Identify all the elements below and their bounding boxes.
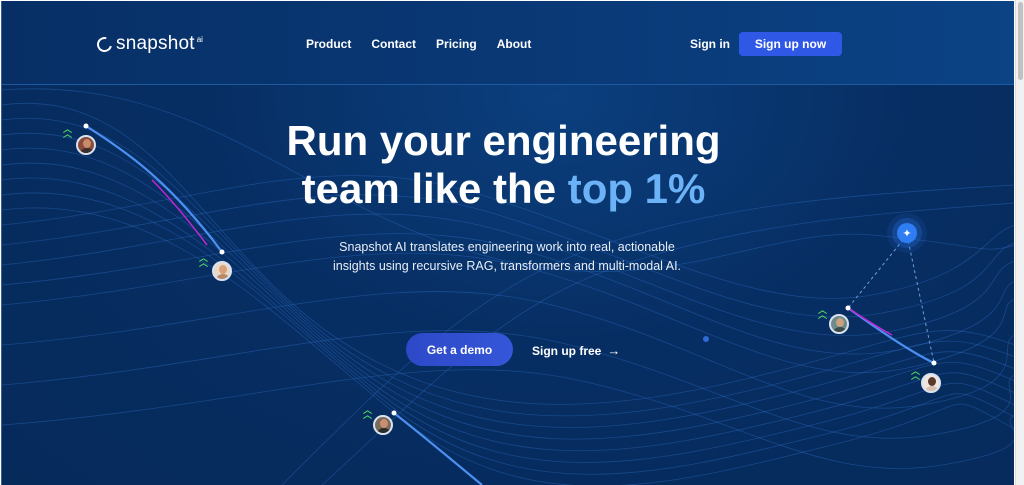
nav-link-product[interactable]: Product [306, 37, 351, 51]
sign-in-link[interactable]: Sign in [690, 37, 730, 51]
hero-title-line1: Run your engineering [286, 117, 721, 164]
avatar [373, 415, 393, 435]
chevron-double-up-icon: ︿ ︿ [911, 366, 920, 381]
snapshot-logo[interactable]: snapshot ai [94, 33, 203, 55]
sparkle-icon: ✦ [897, 223, 917, 243]
sign-up-free-link[interactable]: Sign up free → [532, 343, 620, 358]
sign-up-now-button[interactable]: Sign up now [739, 32, 842, 56]
chevron-double-up-icon: ︿ ︿ [199, 253, 208, 268]
chevron-double-up-icon: ︿ ︿ [63, 124, 72, 139]
chevron-double-up-icon: ︿ ︿ [818, 305, 827, 320]
logo-mark-icon [94, 33, 115, 55]
logo-suffix: ai [196, 35, 203, 44]
logo-text: snapshot [116, 33, 195, 54]
chevron-double-up-icon: ︿ ︿ [363, 405, 372, 420]
sign-up-free-label: Sign up free [532, 343, 602, 358]
avatar [829, 314, 849, 334]
nav-link-about[interactable]: About [497, 37, 532, 51]
hero-title-highlight: top 1% [567, 165, 706, 212]
page-viewport: snapshot ai Product Contact Pricing Abou… [1, 1, 1014, 485]
site-header: snapshot ai Product Contact Pricing Abou… [2, 1, 1014, 85]
avatar [921, 373, 941, 393]
avatar [212, 261, 232, 281]
hero-subtitle: Snapshot AI translates engineering work … [332, 240, 682, 273]
nav-link-contact[interactable]: Contact [371, 37, 416, 51]
page-scrollbar[interactable] [1015, 0, 1024, 485]
nav-link-pricing[interactable]: Pricing [436, 37, 477, 51]
scrollbar-thumb[interactable] [1018, 2, 1023, 80]
hero-title: Run your engineering team like the top 1… [2, 117, 1005, 213]
avatar [76, 135, 96, 155]
main-nav: Product Contact Pricing About [306, 37, 531, 51]
get-a-demo-button[interactable]: Get a demo [406, 333, 513, 366]
arrow-right-icon: → [607, 343, 621, 358]
hero-title-line2: team like the [301, 165, 568, 212]
